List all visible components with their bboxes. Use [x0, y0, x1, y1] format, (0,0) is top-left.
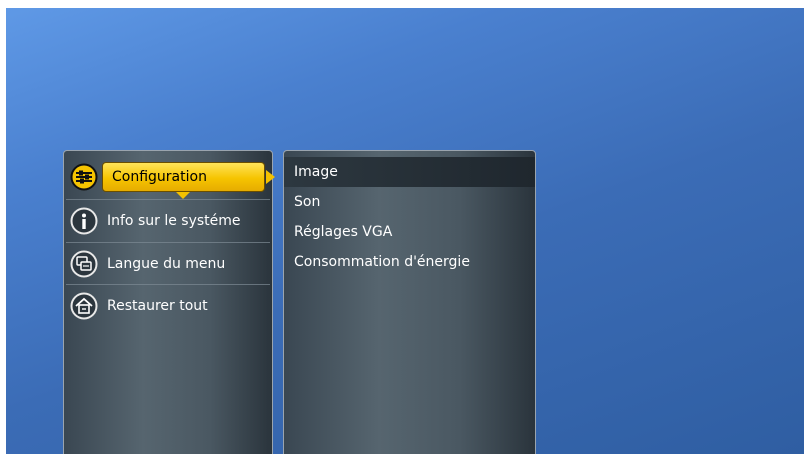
- chevron-down-icon: [176, 192, 190, 199]
- menu-item-configuration[interactable]: Configuration: [64, 156, 275, 199]
- submenu-panel: Image Son Réglages VGA Consommation d'én…: [283, 150, 536, 454]
- submenu-item-vga-settings[interactable]: Réglages VGA: [284, 217, 535, 247]
- menu-item-system-info[interactable]: Info sur le systéme: [64, 200, 272, 242]
- menu-item-label: Info sur le systéme: [107, 213, 241, 229]
- menu-item-label: Restaurer tout: [107, 298, 208, 314]
- language-icon: [69, 249, 99, 279]
- tv-screen-background: Configuration Info sur le systéme Langue…: [6, 8, 804, 454]
- submenu-item-label: Son: [294, 194, 321, 210]
- home-restore-icon: [69, 291, 99, 321]
- selected-item-highlight: Configuration: [102, 162, 265, 192]
- info-icon: [69, 206, 99, 236]
- submenu-item-sound[interactable]: Son: [284, 187, 535, 217]
- submenu-item-label: Image: [294, 164, 338, 180]
- settings-sliders-icon: [69, 162, 99, 192]
- submenu-item-image[interactable]: Image: [284, 157, 535, 187]
- menu-item-restore-all[interactable]: Restaurer tout: [64, 285, 272, 327]
- submenu-item-label: Consommation d'énergie: [294, 254, 470, 270]
- main-menu-panel: Configuration Info sur le systéme Langue…: [63, 150, 275, 454]
- menu-item-menu-language[interactable]: Langue du menu: [64, 243, 272, 285]
- menu-item-label: Configuration: [112, 169, 207, 185]
- submenu-arrow-icon: [266, 170, 275, 184]
- menu-item-label: Langue du menu: [107, 256, 226, 272]
- submenu-item-power-consumption[interactable]: Consommation d'énergie: [284, 247, 535, 277]
- submenu-item-label: Réglages VGA: [294, 224, 393, 240]
